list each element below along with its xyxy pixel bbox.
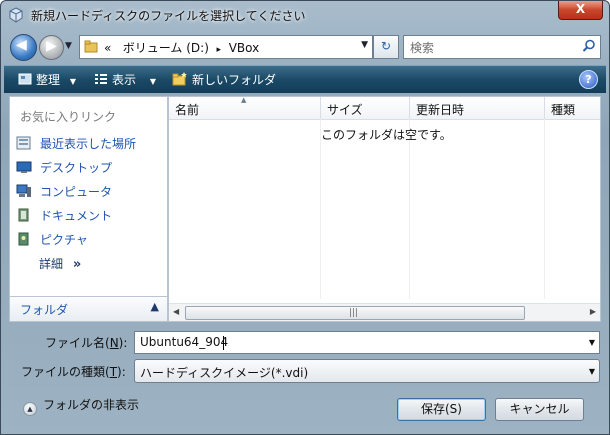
- new-folder-label: 新しいフォルダ: [192, 73, 277, 87]
- sidebar-item-label: ピクチャ: [40, 233, 88, 247]
- filename-input[interactable]: Ubuntu64_904: [140, 335, 228, 349]
- refresh-button[interactable]: ↻: [373, 35, 399, 59]
- filename-field[interactable]: Ubuntu64_904 ▼: [134, 331, 600, 354]
- desktop-icon: [16, 161, 32, 173]
- cancel-button[interactable]: キャンセル: [495, 398, 584, 421]
- breadcrumb-overflow-icon[interactable]: «: [104, 41, 111, 55]
- address-bar[interactable]: « ボリューム (D:) ▸ VBox ▼: [79, 35, 373, 59]
- sidebar-item-computer[interactable]: コンピュータ: [16, 183, 112, 201]
- scrollbar-thumb[interactable]: |||: [185, 306, 525, 320]
- new-folder-button[interactable]: 新しいフォルダ: [172, 71, 276, 88]
- column-divider: [409, 119, 410, 299]
- sidebar-item-pictures[interactable]: ピクチャ: [16, 231, 88, 249]
- sidebar-item-label: ドキュメント: [40, 209, 113, 223]
- grip-icon: |||: [349, 308, 359, 318]
- column-header-size[interactable]: サイズ: [321, 97, 410, 120]
- navigation-bar: ◀ ▶ ▼ « ボリューム (D:) ▸ VBox ▼ ↻ 検索: [1, 31, 609, 63]
- empty-folder-message: このフォルダは空です。: [321, 128, 452, 142]
- views-menu[interactable]: 表示 ▼: [94, 71, 156, 88]
- pictures-icon: [18, 232, 29, 246]
- breadcrumb-separator-icon[interactable]: ▸: [217, 45, 222, 55]
- file-save-dialog: 新規ハードディスクのファイルを選択してください X ◀ ▶ ▼ « ボリューム …: [0, 0, 610, 435]
- folders-label: フォルダ: [20, 303, 69, 317]
- scroll-left-icon[interactable]: ◀: [173, 307, 179, 316]
- filename-label: ファイル名(N):: [45, 336, 128, 350]
- folder-icon: [84, 40, 98, 53]
- chevron-down-icon: ▼: [588, 367, 595, 376]
- column-header-type[interactable]: 種類: [545, 97, 600, 120]
- column-header-name[interactable]: 名前 ▲: [169, 96, 321, 120]
- column-header-modified[interactable]: 更新日時: [410, 97, 545, 120]
- breadcrumb-item-vbox[interactable]: VBox: [229, 41, 260, 55]
- help-icon[interactable]: ?: [579, 70, 598, 89]
- views-icon: [95, 74, 107, 84]
- forward-button[interactable]: ▶: [39, 35, 64, 60]
- close-button[interactable]: X: [558, 1, 603, 20]
- search-icon[interactable]: [582, 39, 596, 53]
- documents-icon: [18, 208, 29, 222]
- collapse-up-icon: ▲: [23, 402, 37, 416]
- more-links-button[interactable]: 詳細 »: [39, 255, 81, 272]
- hide-folders-button[interactable]: ▲ フォルダの非表示: [23, 396, 139, 416]
- recent-places-icon: [16, 136, 31, 150]
- column-header-label: サイズ: [327, 103, 363, 117]
- scroll-right-icon[interactable]: ▶: [590, 307, 596, 316]
- sidebar-item-recent-places[interactable]: 最近表示した場所: [16, 135, 136, 153]
- chevron-down-icon: ▼: [149, 77, 156, 86]
- navigation-pane: お気に入りリンク 最近表示した場所 デスクトップ コンピュータ ドキュメント ピ…: [9, 96, 168, 322]
- filetype-select[interactable]: ハードディスクイメージ(*.vdi) ▼: [134, 359, 600, 383]
- file-list-view[interactable]: 名前 ▲ サイズ 更新日時 種類 このフォルダは空です。 ◀ ||| ▶: [168, 96, 601, 322]
- hide-folders-label: フォルダの非表示: [43, 398, 140, 412]
- chevron-up-icon[interactable]: ▲: [151, 300, 159, 313]
- sort-ascending-icon: ▲: [241, 96, 247, 104]
- organize-menu[interactable]: 整理 ▼: [18, 71, 76, 88]
- back-arrow-icon: ◀: [16, 37, 27, 53]
- column-divider: [320, 119, 321, 299]
- column-divider: [544, 119, 545, 299]
- address-dropdown-icon[interactable]: ▼: [361, 40, 368, 50]
- sidebar-item-label: デスクトップ: [40, 161, 113, 175]
- back-button[interactable]: ◀: [10, 34, 37, 61]
- sidebar-item-label: 最近表示した場所: [40, 137, 137, 151]
- new-folder-icon: [172, 72, 187, 86]
- favorite-links-header: お気に入りリンク: [20, 110, 117, 124]
- column-header-label: 種類: [551, 103, 576, 117]
- chevron-down-icon: ▼: [69, 77, 76, 86]
- save-button[interactable]: 保存(S): [397, 398, 486, 421]
- column-header-label: 更新日時: [416, 103, 465, 117]
- computer-icon: [16, 184, 31, 197]
- filetype-selected-value: ハードディスクイメージ(*.vdi): [140, 366, 309, 380]
- breadcrumb: « ボリューム (D:) ▸ VBox: [104, 39, 259, 56]
- more-links-label: 詳細: [39, 257, 64, 271]
- search-box[interactable]: 検索: [403, 35, 601, 59]
- refresh-icon: ↻: [380, 39, 392, 53]
- organize-icon: [18, 73, 32, 85]
- window-title: 新規ハードディスクのファイルを選択してください: [31, 9, 306, 23]
- column-header-label: 名前: [175, 103, 200, 117]
- horizontal-scrollbar[interactable]: ◀ ||| ▶: [169, 303, 600, 321]
- title-bar[interactable]: 新規ハードディスクのファイルを選択してください X: [1, 1, 609, 31]
- history-dropdown-icon[interactable]: ▼: [65, 41, 72, 51]
- views-label: 表示: [112, 73, 137, 87]
- folders-bar[interactable]: フォルダ ▲: [10, 296, 167, 321]
- forward-arrow-icon: ▶: [46, 38, 57, 54]
- sidebar-item-documents[interactable]: ドキュメント: [16, 207, 112, 225]
- virtualbox-app-icon: [9, 7, 23, 23]
- search-input[interactable]: 検索: [410, 39, 434, 56]
- command-toolbar: 整理 ▼ 表示 ▼ 新しいフォルダ ?: [4, 65, 606, 93]
- text-cursor: [223, 336, 224, 350]
- sidebar-item-desktop[interactable]: デスクトップ: [16, 159, 112, 177]
- organize-label: 整理: [36, 73, 61, 87]
- filetype-label: ファイルの種類(T):: [21, 365, 126, 379]
- breadcrumb-item-volume[interactable]: ボリューム (D:): [123, 41, 209, 55]
- double-chevron-icon: »: [72, 257, 82, 272]
- sidebar-item-label: コンピュータ: [40, 185, 113, 199]
- chevron-down-icon[interactable]: ▼: [589, 338, 595, 347]
